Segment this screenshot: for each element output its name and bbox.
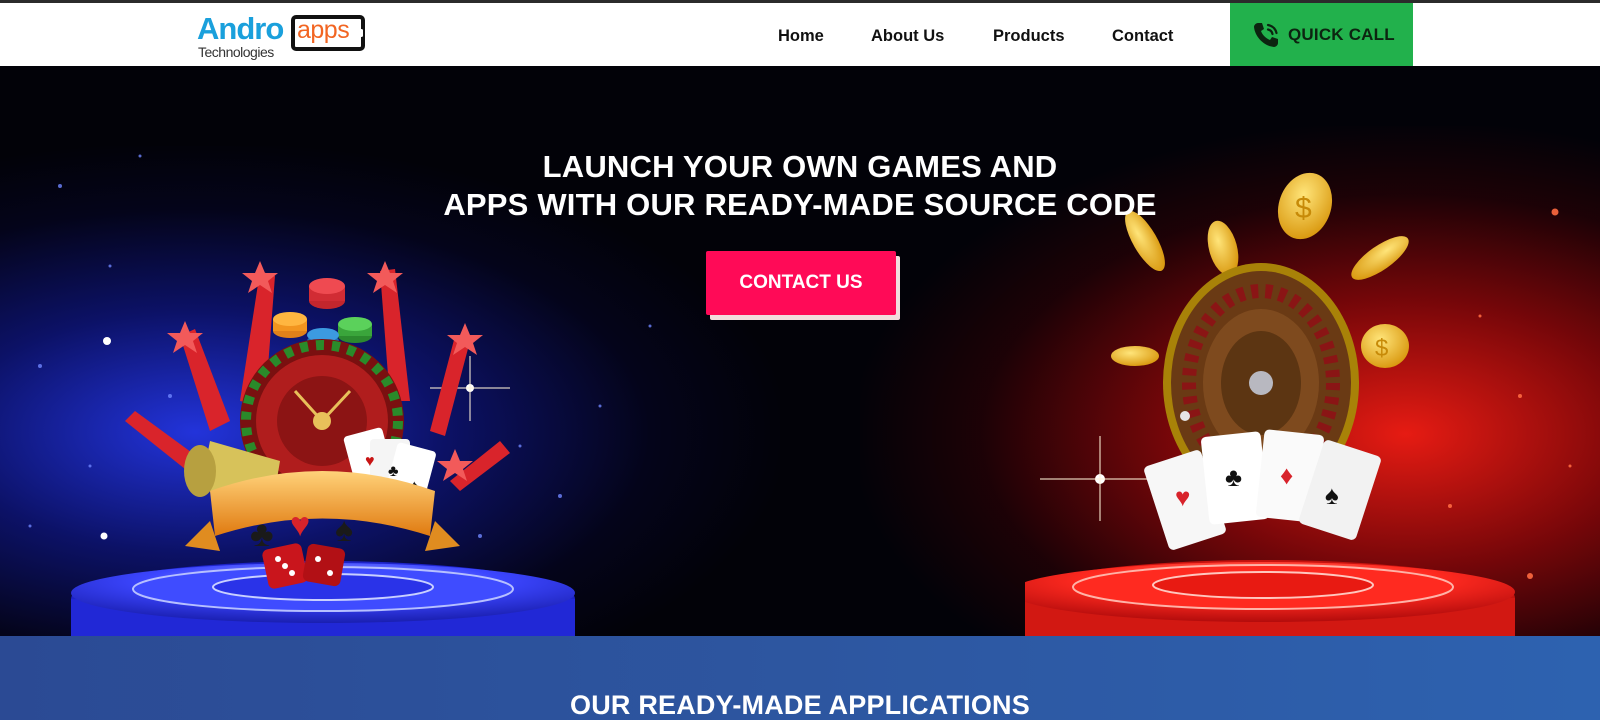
hero-headline: LAUNCH YOUR OWN GAMES AND APPS WITH OUR … (0, 148, 1600, 224)
casino-emblem-illustration: ♥ ♣ ♠ ♣ ♥ ♠ (71, 261, 575, 636)
nav-contact[interactable]: Contact (1112, 27, 1173, 46)
phone-icon (1254, 22, 1278, 47)
svg-text:♥: ♥ (1175, 482, 1190, 512)
svg-text:♣: ♣ (1225, 462, 1242, 492)
section-title: OUR READY-MADE APPLICATIONS (570, 690, 1030, 720)
nav-home[interactable]: Home (778, 27, 824, 46)
nav-about-us[interactable]: About Us (871, 27, 944, 46)
hero-headline-line1: LAUNCH YOUR OWN GAMES AND (542, 149, 1058, 184)
roulette-cards-coins-illustration: $ $ ♥ ♣ ♦ ♠ (1025, 172, 1515, 636)
hero-headline-line2: APPS WITH OUR READY-MADE SOURCE CODE (443, 187, 1157, 222)
svg-text:♣: ♣ (388, 463, 399, 480)
hero-banner: ♥ ♣ ♠ ♣ ♥ ♠ (0, 66, 1600, 636)
logo-primary-text: Andro (197, 11, 284, 46)
contact-us-button[interactable]: CONTACT US (706, 251, 896, 315)
nav-products[interactable]: Products (993, 27, 1065, 46)
logo-secondary-text: apps (297, 16, 350, 44)
svg-text:♠: ♠ (1325, 480, 1339, 510)
svg-text:♥: ♥ (365, 453, 375, 470)
company-logo[interactable]: Andro apps Technologies (197, 11, 372, 61)
logo-tagline: Technologies (198, 44, 274, 60)
quick-call-button[interactable]: QUICK CALL (1230, 3, 1413, 66)
svg-text:♠: ♠ (335, 511, 353, 549)
svg-text:♣: ♣ (250, 513, 274, 554)
svg-text:♦: ♦ (1280, 460, 1293, 490)
svg-text:$: $ (1375, 335, 1388, 362)
site-header: Andro apps Technologies Home About Us Pr… (0, 3, 1600, 66)
quick-call-label: QUICK CALL (1288, 24, 1395, 44)
svg-text:♥: ♥ (290, 506, 310, 544)
ready-made-applications-section: OUR READY-MADE APPLICATIONS (0, 636, 1600, 720)
